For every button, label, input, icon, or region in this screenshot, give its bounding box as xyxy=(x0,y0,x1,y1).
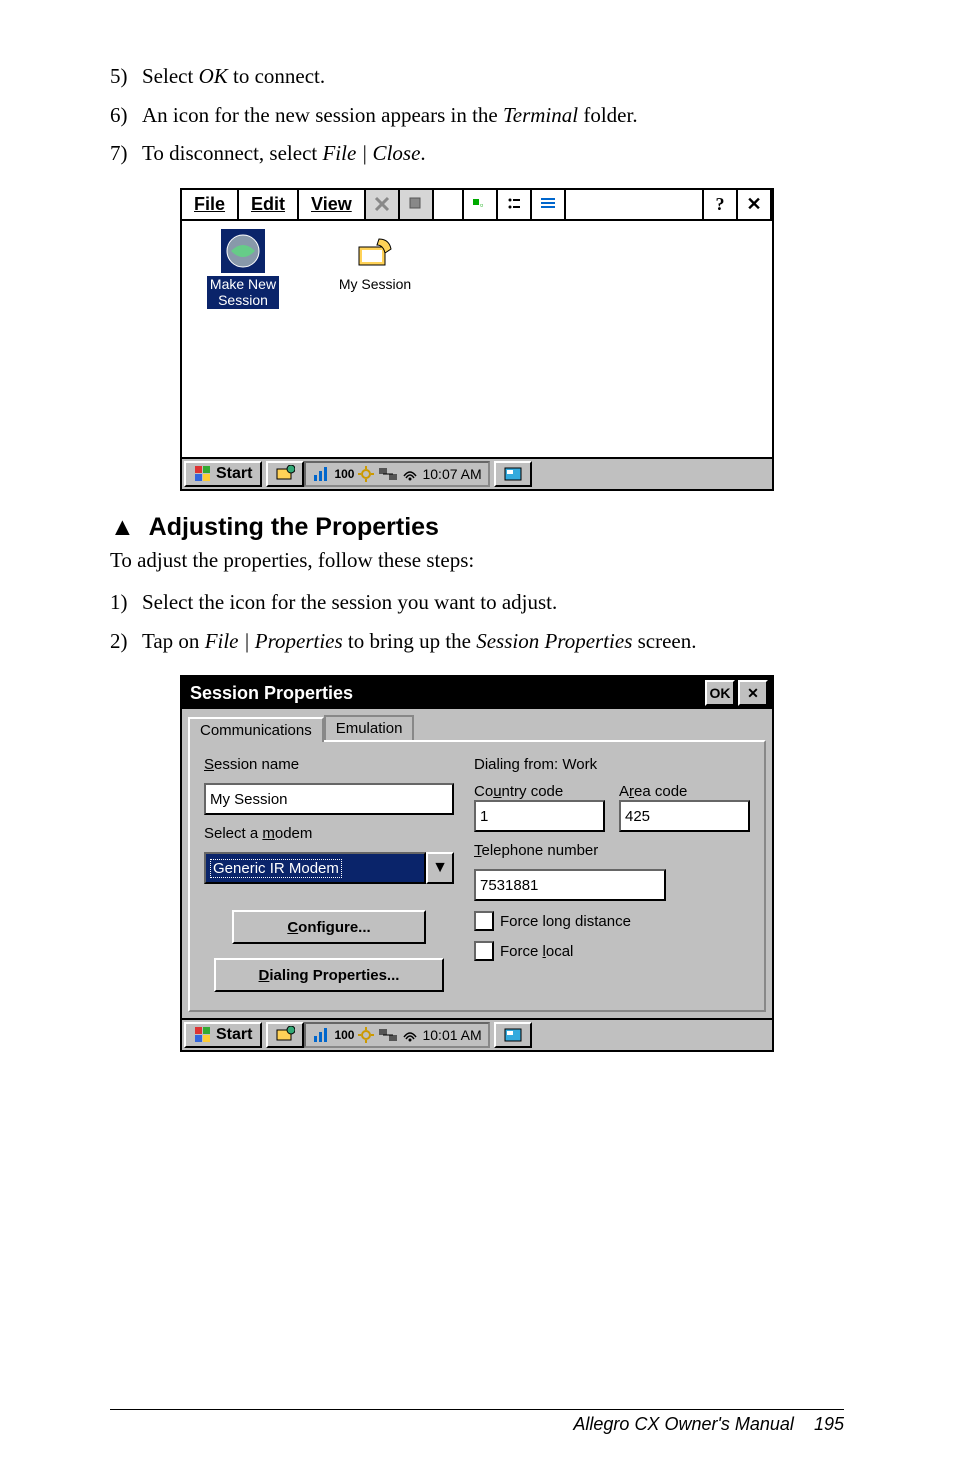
my-session-icon[interactable]: My Session xyxy=(320,229,430,293)
copy-icon[interactable] xyxy=(400,190,434,219)
country-code-label: Country code xyxy=(474,783,605,800)
cut-icon[interactable] xyxy=(366,190,400,219)
telephone-label: Telephone number xyxy=(474,842,750,859)
details-icon[interactable] xyxy=(532,190,566,219)
step-1: 1)Select the icon for the session you wa… xyxy=(110,586,844,619)
network-icon xyxy=(378,1027,398,1043)
tab-emulation[interactable]: Emulation xyxy=(324,715,415,740)
help-button[interactable]: ? xyxy=(704,190,738,219)
battery-level: 100 xyxy=(334,467,354,481)
start-button[interactable]: Start xyxy=(184,461,262,487)
dialog-title: Session Properties xyxy=(190,683,353,704)
taskbar: Start 100 10:07 AM xyxy=(182,457,772,489)
phone-monitor-icon xyxy=(353,229,397,273)
tab-communications[interactable]: Communications xyxy=(188,717,324,742)
signal-icon xyxy=(312,1026,330,1044)
network-icon xyxy=(378,466,398,482)
wifi-icon xyxy=(402,466,418,482)
sun-icon xyxy=(358,466,374,482)
clock: 10:07 AM xyxy=(422,466,481,482)
close-button[interactable]: ✕ xyxy=(738,680,768,706)
icon-label: Make NewSession xyxy=(207,276,279,310)
menubar: File Edit View ▫ ? ✕ xyxy=(182,190,772,221)
step-5: 5)Select OK to connect. xyxy=(110,60,844,93)
menu-view[interactable]: View xyxy=(299,190,366,219)
ok-button[interactable]: OK xyxy=(705,680,735,706)
dialing-from-label: Dialing from: Work xyxy=(474,756,750,773)
windows-logo-icon xyxy=(194,465,212,483)
titlebar: Session Properties OK ✕ xyxy=(182,677,772,709)
globe-icon xyxy=(221,229,265,273)
system-tray: 100 10:07 AM xyxy=(304,461,489,487)
start-button[interactable]: Start xyxy=(184,1022,262,1048)
area-code-input[interactable]: 425 xyxy=(619,800,750,832)
make-new-session-icon[interactable]: Make NewSession xyxy=(188,229,298,310)
intro-text: To adjust the properties, follow these s… xyxy=(110,544,844,577)
dialing-properties-button[interactable]: Dialing Properties... xyxy=(214,958,444,992)
select-modem-label: Select a modem xyxy=(204,825,454,842)
session-name-label: Session name xyxy=(204,756,454,773)
force-local-checkbox[interactable]: Force local xyxy=(474,941,750,961)
icon-label: My Session xyxy=(339,276,411,293)
menu-file[interactable]: File xyxy=(182,190,239,219)
signal-icon xyxy=(312,465,330,483)
windows-logo-icon xyxy=(194,1026,212,1044)
large-icons-icon[interactable]: ▫ xyxy=(464,190,498,219)
chevron-down-icon[interactable]: ▼ xyxy=(426,852,454,884)
taskbar: Start 100 10:01 AM xyxy=(182,1018,772,1050)
terminal-taskbar-button[interactable] xyxy=(266,461,304,487)
modem-select[interactable]: Generic IR Modem ▼ xyxy=(204,852,454,884)
telephone-input[interactable]: 7531881 xyxy=(474,869,666,901)
area-code-label: Area code xyxy=(619,783,750,800)
page-footer: Allegro CX Owner's Manual 195 xyxy=(110,1409,844,1435)
close-button[interactable]: ✕ xyxy=(738,190,772,219)
session-name-input[interactable]: My Session xyxy=(204,783,454,815)
step-7: 7)To disconnect, select File | Close. xyxy=(110,137,844,170)
battery-level: 100 xyxy=(334,1028,354,1042)
svg-text:▫: ▫ xyxy=(480,200,483,210)
configure-button[interactable]: Configure... xyxy=(232,910,426,944)
clock: 10:01 AM xyxy=(422,1027,481,1043)
step-6: 6)An icon for the new session appears in… xyxy=(110,99,844,132)
country-code-input[interactable]: 1 xyxy=(474,800,605,832)
menu-edit[interactable]: Edit xyxy=(239,190,299,219)
step-2: 2)Tap on File | Properties to bring up t… xyxy=(110,625,844,658)
system-tray: 100 10:01 AM xyxy=(304,1022,489,1048)
wifi-icon xyxy=(402,1027,418,1043)
steps-b: 1)Select the icon for the session you wa… xyxy=(110,586,844,657)
show-desktop-button[interactable] xyxy=(494,461,532,487)
show-desktop-button[interactable] xyxy=(494,1022,532,1048)
small-icons-icon[interactable] xyxy=(498,190,532,219)
steps-a: 5)Select OK to connect. 6)An icon for th… xyxy=(110,60,844,170)
terminal-screenshot: File Edit View ▫ ? ✕ Make NewSession xyxy=(182,190,772,489)
sun-icon xyxy=(358,1027,374,1043)
session-properties-screenshot: Session Properties OK ✕ Communications E… xyxy=(182,677,772,1050)
force-long-distance-checkbox[interactable]: Force long distance xyxy=(474,911,750,931)
terminal-taskbar-button[interactable] xyxy=(266,1022,304,1048)
heading-adjusting-properties: Adjusting the Properties xyxy=(110,513,844,542)
